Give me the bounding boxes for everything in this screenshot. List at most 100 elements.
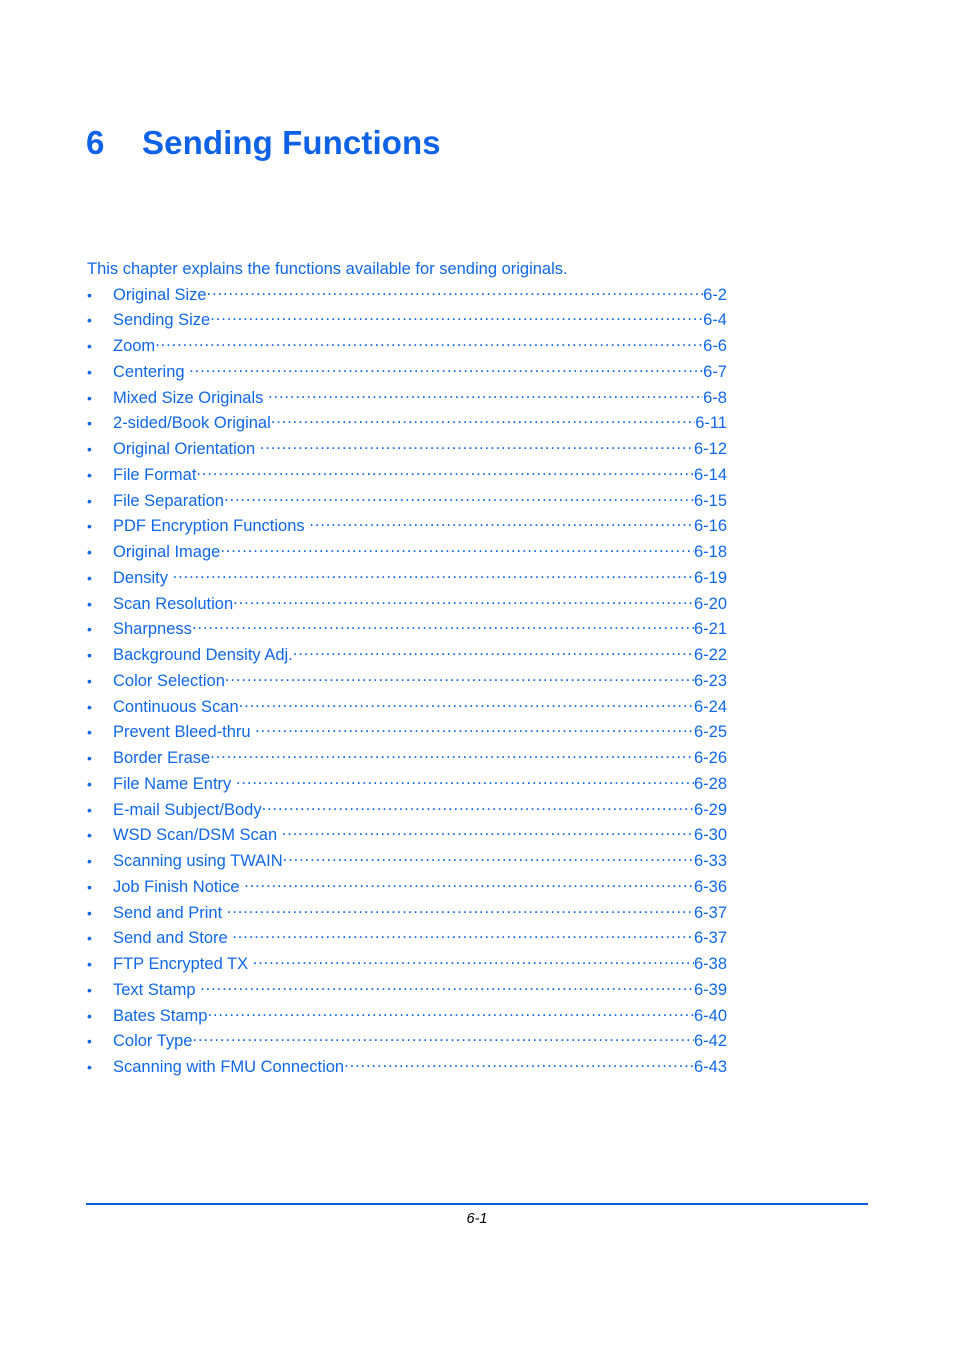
toc-entry[interactable]: • Send and Print 6-37 xyxy=(87,901,727,927)
bullet-icon: • xyxy=(87,1033,92,1050)
toc-entry[interactable]: • Original Size 6-2 xyxy=(87,283,727,309)
toc-entry-label: PDF Encryption Functions xyxy=(113,517,305,536)
bullet-icon: • xyxy=(87,981,92,998)
toc-entry-label: Scanning with FMU Connection xyxy=(113,1058,345,1076)
toc-entry-page-number: 6-25 xyxy=(693,723,727,742)
toc-entry-label: File Format xyxy=(113,465,197,484)
toc-entry-page-number: 6-39 xyxy=(693,980,727,999)
toc-entry-page-number: 6-11 xyxy=(695,414,727,433)
bullet-icon: • xyxy=(87,544,92,560)
toc-dot-leader xyxy=(207,283,704,300)
bullet-icon: • xyxy=(87,363,92,380)
toc-entry[interactable]: • Scanning with FMU Connection 6-43 xyxy=(87,1056,727,1082)
toc-entry[interactable]: • Job Finish Notice 6-36 xyxy=(87,875,727,901)
toc-entry-page-number: 6-30 xyxy=(693,826,727,845)
toc-entry-label: Job Finish Notice xyxy=(113,877,240,896)
toc-entry[interactable]: • Text Stamp 6-39 xyxy=(87,978,727,1004)
bullet-icon: • xyxy=(87,698,92,715)
toc-dot-leader xyxy=(200,978,694,995)
toc-entry[interactable]: • Centering 6-7 xyxy=(87,360,727,386)
toc-entry[interactable]: • Mixed Size Originals 6-8 xyxy=(87,386,727,412)
bullet-icon: • xyxy=(87,389,92,406)
toc-entry-label: 2-sided/Book Original xyxy=(113,414,271,433)
toc-dot-leader xyxy=(220,541,694,558)
toc-entry[interactable]: • Continuous Scan 6-24 xyxy=(87,695,727,721)
toc-entry[interactable]: • Sharpness 6-21 xyxy=(87,618,727,644)
toc-entry-label: Mixed Size Originals xyxy=(113,388,264,407)
toc-entry[interactable]: • File Format 6-14 xyxy=(87,463,727,489)
bullet-icon: • xyxy=(87,338,92,354)
bullet-icon: • xyxy=(87,775,92,792)
toc-entry-page-number: 6-15 xyxy=(693,491,727,510)
toc-entry[interactable]: • Scan Resolution 6-20 xyxy=(87,592,727,618)
toc-entry[interactable]: • Bates Stamp 6-40 xyxy=(87,1004,727,1030)
toc-entry[interactable]: • Scanning using TWAIN 6-33 xyxy=(87,850,727,876)
bullet-icon: • xyxy=(87,595,92,612)
toc-entry[interactable]: • Background Density Adj. 6-22 xyxy=(87,644,727,670)
toc-dot-leader xyxy=(210,747,694,764)
toc-dot-leader xyxy=(255,721,694,738)
toc-entry-label: Original Size xyxy=(113,285,207,304)
toc-entry-page-number: 6-40 xyxy=(693,1006,727,1025)
toc-entry-page-number: 6-7 xyxy=(703,362,727,381)
toc-dot-leader xyxy=(232,927,694,944)
toc-entry-page-number: 6-4 xyxy=(703,311,727,330)
toc-entry-label: WSD Scan/DSM Scan xyxy=(113,826,278,845)
toc-entry[interactable]: • File Name Entry 6-28 xyxy=(87,772,727,798)
toc-entry[interactable]: • Zoom 6-6 xyxy=(87,335,727,361)
bullet-icon: • xyxy=(87,286,92,303)
toc-entry-page-number: 6-28 xyxy=(693,774,727,793)
bullet-icon: • xyxy=(87,441,92,457)
toc-entry-page-number: 6-19 xyxy=(693,568,727,587)
toc-entry[interactable]: • PDF Encryption Functions 6-16 xyxy=(87,515,727,541)
toc-entry[interactable]: • E-mail Subject/Body 6-29 xyxy=(87,798,727,824)
toc-entry[interactable]: • FTP Encrypted TX 6-38 xyxy=(87,953,727,979)
toc-dot-leader xyxy=(233,592,694,609)
toc-entry[interactable]: • Sending Size 6-4 xyxy=(87,309,727,335)
toc-entry-label: Color Type xyxy=(113,1032,193,1051)
toc-entry[interactable]: • Prevent Bleed-thru 6-25 xyxy=(87,721,727,747)
chapter-title-text: Sending Functions xyxy=(142,124,441,162)
toc-entry-page-number: 6-26 xyxy=(693,749,727,767)
bullet-icon: • xyxy=(87,904,92,921)
toc-entry-label: Centering xyxy=(113,362,185,381)
toc-entry[interactable]: • Color Selection 6-23 xyxy=(87,669,727,695)
toc-entry-label: FTP Encrypted TX xyxy=(113,955,249,973)
toc-dot-leader xyxy=(253,953,694,970)
toc-entry[interactable]: • Density 6-19 xyxy=(87,566,727,592)
toc-entry-label: Sending Size xyxy=(113,311,211,330)
toc-entry-page-number: 6-37 xyxy=(693,903,727,922)
toc-dot-leader xyxy=(309,515,694,532)
toc-dot-leader xyxy=(268,386,703,403)
toc-entry-page-number: 6-22 xyxy=(693,646,727,664)
toc-dot-leader xyxy=(293,644,694,661)
toc-entry[interactable]: • Original Image 6-18 xyxy=(87,541,727,567)
bullet-icon: • xyxy=(87,724,92,741)
chapter-intro-text: This chapter explains the functions avai… xyxy=(87,259,568,278)
toc-dot-leader xyxy=(189,360,703,377)
toc-dot-leader xyxy=(344,1056,694,1073)
toc-entry[interactable]: • 2-sided/Book Original 6-11 xyxy=(87,412,727,438)
toc-entry-label: Scan Resolution xyxy=(113,594,234,613)
bullet-icon: • xyxy=(87,415,92,432)
toc-entry[interactable]: • File Separation 6-15 xyxy=(87,489,727,515)
toc-entry[interactable]: • Send and Store 6-37 xyxy=(87,927,727,953)
bullet-icon: • xyxy=(87,1059,92,1075)
toc-entry-label: Color Selection xyxy=(113,671,225,690)
toc-entry-label: E-mail Subject/Body xyxy=(113,800,262,819)
toc-dot-leader xyxy=(283,850,694,867)
toc-entry-page-number: 6-38 xyxy=(693,955,727,973)
toc-entry-page-number: 6-14 xyxy=(693,465,727,484)
bullet-icon: • xyxy=(87,569,92,586)
toc-dot-leader xyxy=(155,335,703,352)
toc-entry-label: Border Erase xyxy=(113,749,211,767)
toc-entry-label: Original Image xyxy=(113,543,221,561)
toc-entry[interactable]: • WSD Scan/DSM Scan 6-30 xyxy=(87,824,727,850)
bullet-icon: • xyxy=(87,312,92,329)
toc-entry[interactable]: • Color Type 6-42 xyxy=(87,1030,727,1056)
toc-entry-page-number: 6-21 xyxy=(693,620,727,639)
toc-entry[interactable]: • Border Erase 6-26 xyxy=(87,747,727,773)
toc-entry[interactable]: • Original Orientation 6-12 xyxy=(87,438,727,464)
page-title: 6 Sending Functions xyxy=(86,123,441,163)
toc-entry-label: Bates Stamp xyxy=(113,1006,208,1025)
